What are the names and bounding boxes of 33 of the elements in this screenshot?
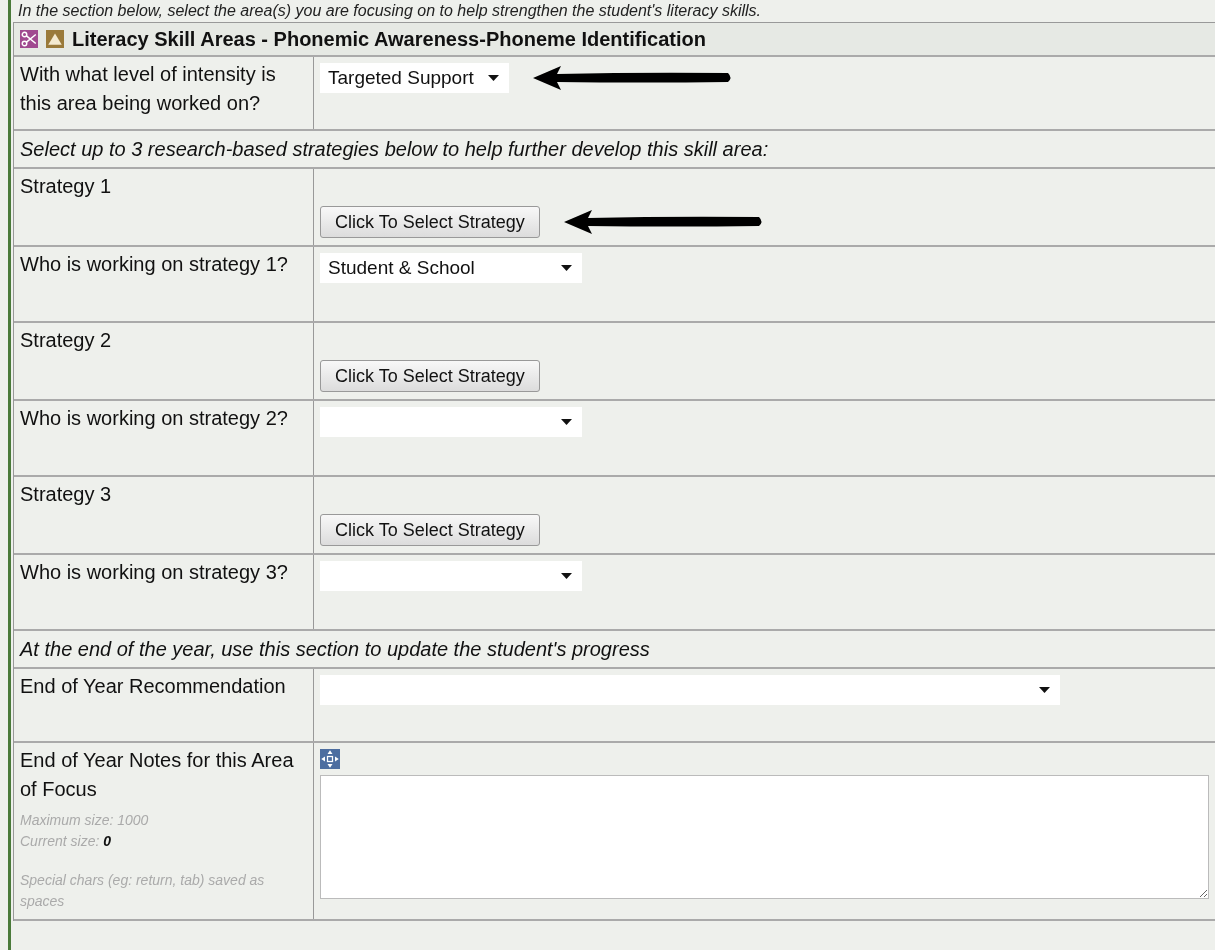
dropdown[interactable]: Student & School: [320, 253, 582, 283]
field-label: Strategy 2: [20, 328, 113, 353]
field-label: Who is working on strategy 1?: [20, 252, 289, 277]
select-strategy-button[interactable]: Click To Select Strategy: [320, 514, 540, 546]
caret-icon: [1039, 687, 1050, 693]
size-hint: Maximum size: 1000: [20, 811, 150, 830]
field-label: With what level of intensity is this area being worked on?: [20, 62, 277, 116]
field-label: Who is working on strategy 2?: [20, 406, 289, 431]
dropdown[interactable]: [320, 675, 1060, 705]
field-label: Who is working on strategy 3?: [20, 560, 289, 585]
hint-text: Special chars (eg: return, tab) saved as spaces: [20, 871, 266, 911]
caret-icon: [561, 265, 572, 271]
dropdown[interactable]: Targeted Support: [320, 63, 509, 93]
field-label: End of Year Notes for this Area of Focus: [20, 748, 295, 802]
notes-field[interactable]: [320, 775, 1209, 899]
instruction-text: Select up to 3 research-based strategies below to help further develop this skill area:: [20, 137, 769, 161]
size-hint: Current size: 0: [20, 832, 113, 851]
dropdown[interactable]: [320, 407, 582, 437]
caret-icon: [561, 419, 572, 425]
dropdown[interactable]: [320, 561, 582, 591]
field-label: Strategy 1: [20, 174, 113, 199]
select-strategy-button[interactable]: Click To Select Strategy: [320, 360, 540, 392]
scissors-icon[interactable]: [20, 30, 38, 48]
triangle-icon[interactable]: [46, 30, 64, 48]
caret-icon: [561, 573, 572, 579]
select-strategy-button[interactable]: Click To Select Strategy: [320, 206, 540, 238]
field-label: End of Year Recommendation: [20, 674, 287, 699]
section-title: Literacy Skill Areas - Phonemic Awareness-Phoneme Identification: [72, 27, 706, 51]
instruction-text: At the end of the year, use this section to update the student's progress: [20, 637, 650, 661]
intro-text: In the section below, select the area(s) you are focusing on to help strengthen the student's literacy skills.: [17, 2, 762, 20]
caret-icon: [487, 75, 499, 81]
field-label: Strategy 3: [20, 482, 113, 507]
move-icon[interactable]: [320, 749, 340, 769]
